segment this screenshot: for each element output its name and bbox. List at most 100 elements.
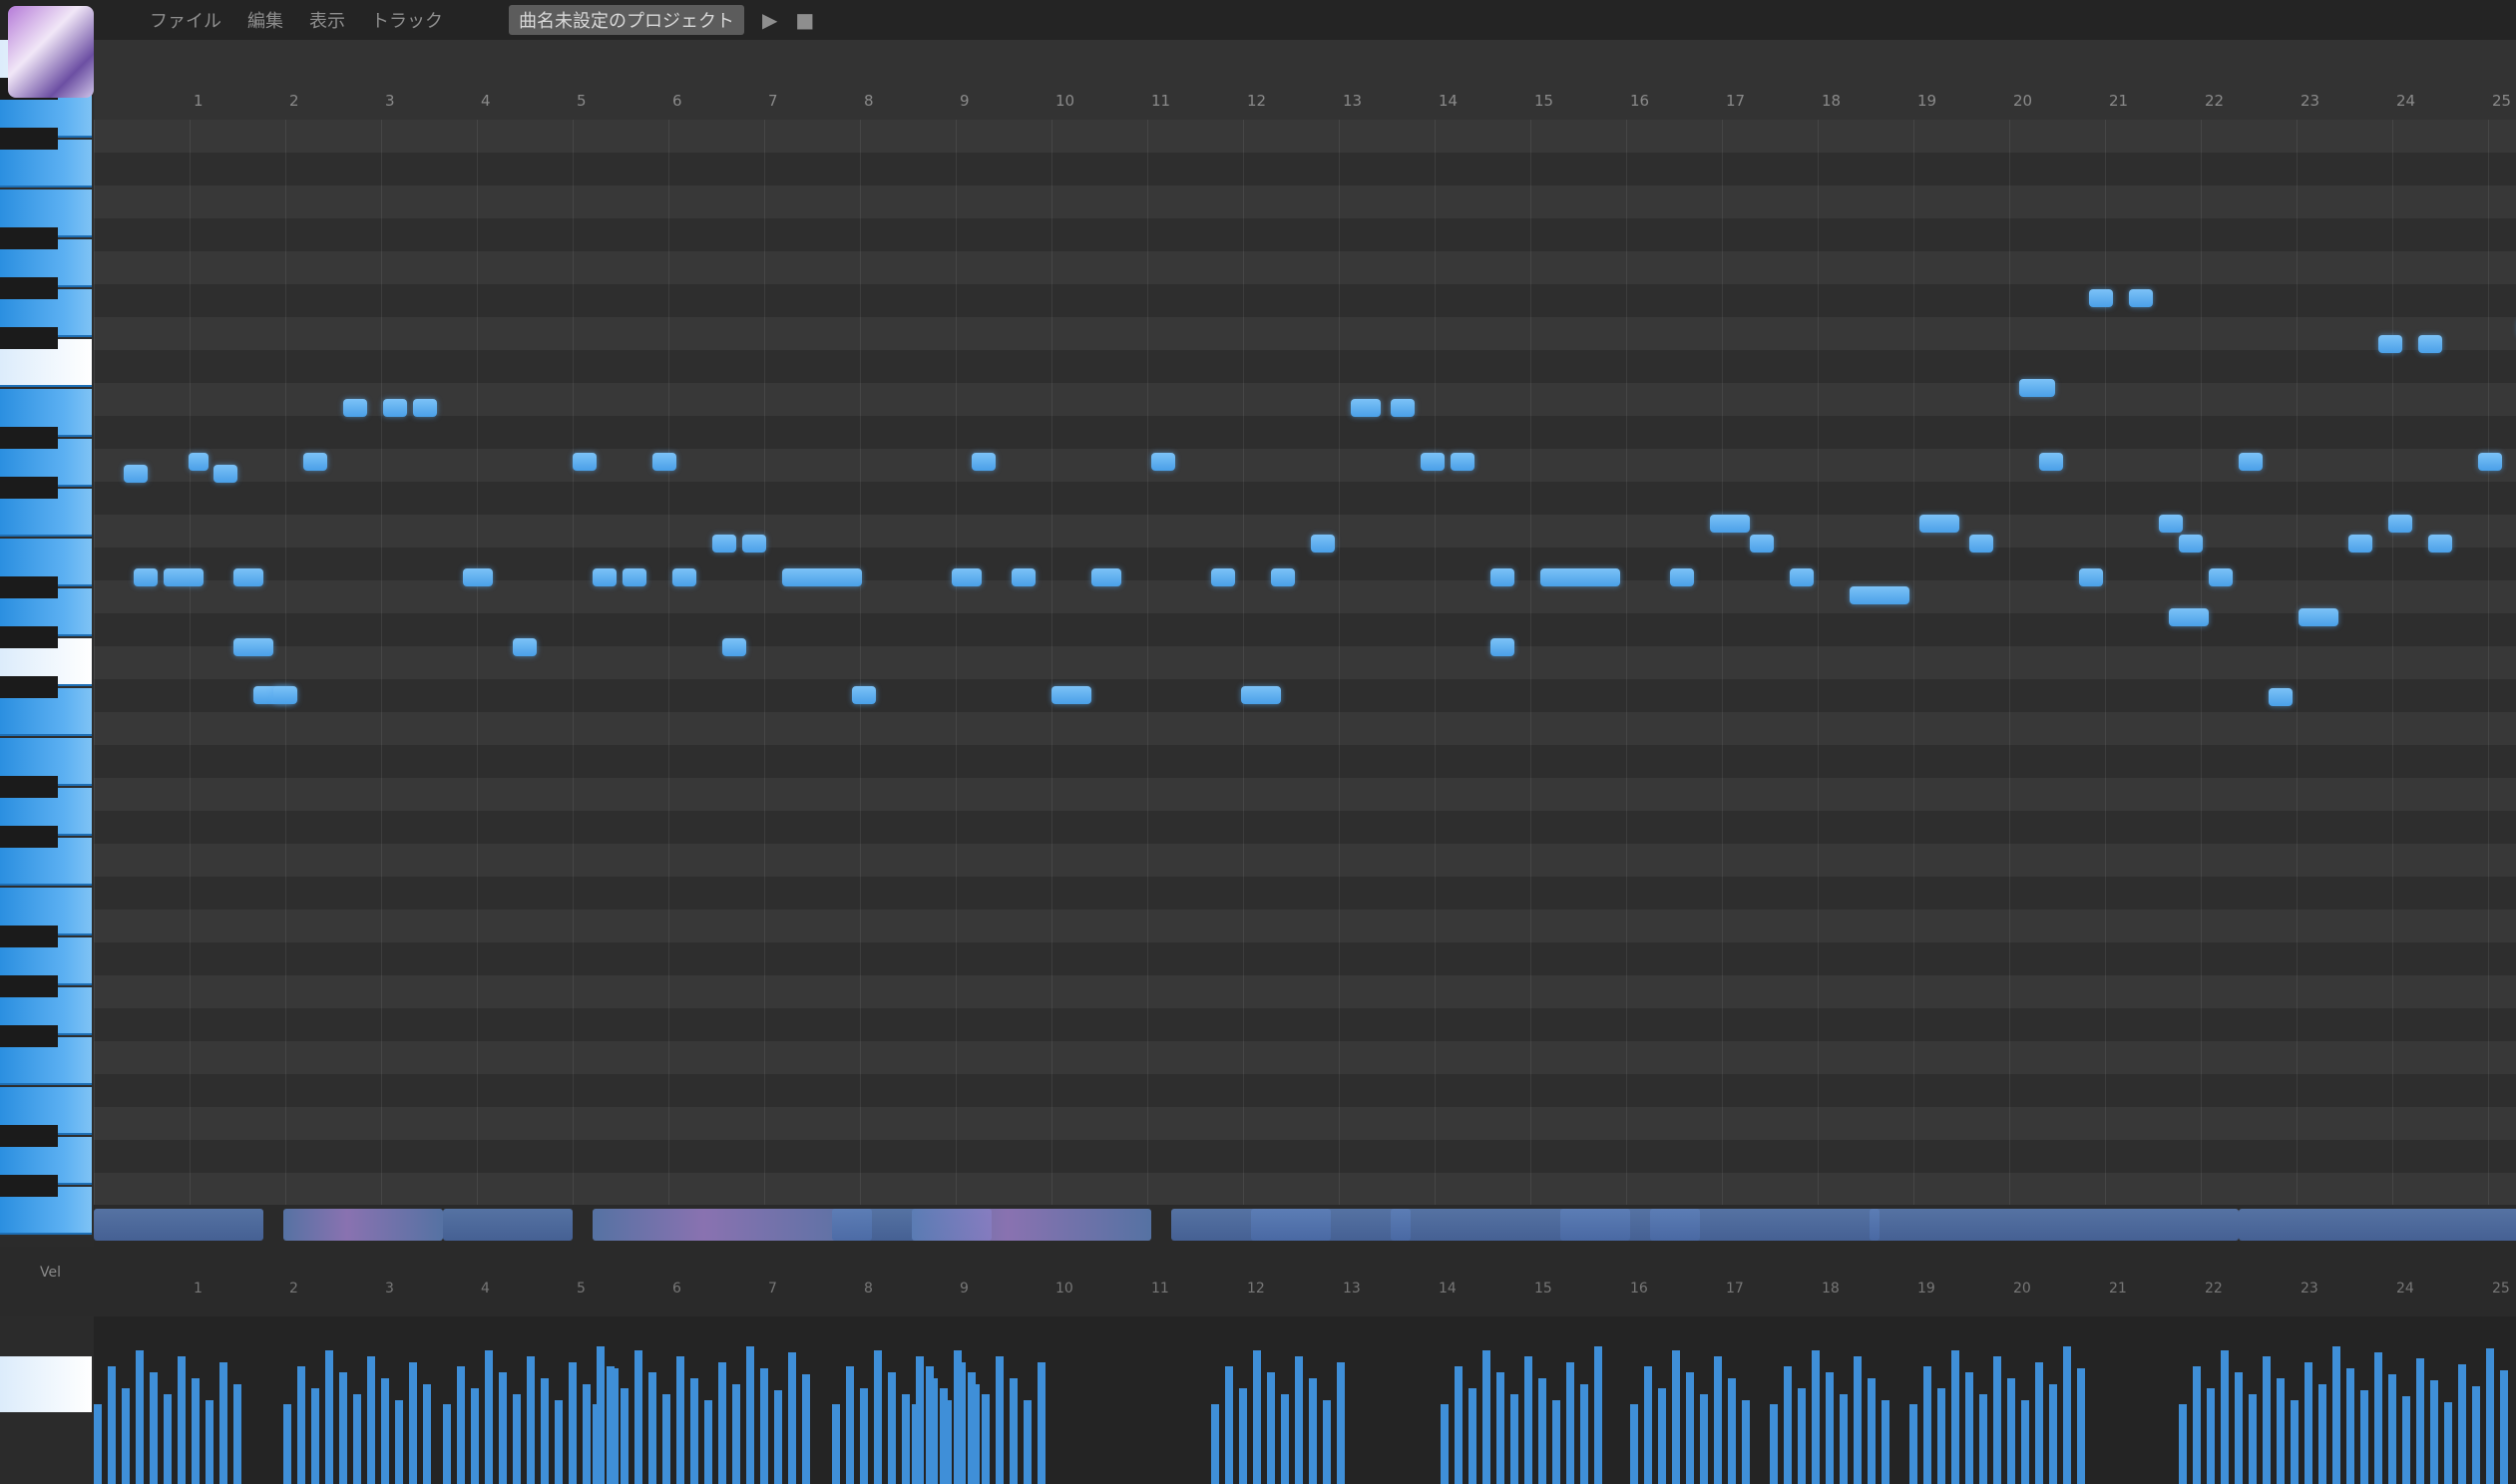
midi-note[interactable] — [233, 638, 273, 656]
velocity-bar[interactable] — [192, 1378, 200, 1484]
velocity-bar[interactable] — [409, 1362, 417, 1484]
velocity-bar[interactable] — [912, 1404, 920, 1484]
velocity-bar[interactable] — [1253, 1350, 1261, 1484]
note-grid[interactable] — [94, 120, 2516, 1237]
midi-note[interactable] — [2159, 515, 2183, 533]
piano-black-key[interactable] — [0, 626, 58, 648]
menu-edit[interactable]: 編集 — [247, 7, 283, 33]
velocity-bar[interactable] — [1882, 1400, 1889, 1484]
piano-black-key[interactable] — [0, 1175, 58, 1197]
velocity-bar[interactable] — [2035, 1362, 2043, 1484]
velocity-bar[interactable] — [1323, 1400, 1331, 1484]
velocity-bar[interactable] — [2374, 1352, 2382, 1484]
velocity-bar[interactable] — [634, 1350, 642, 1484]
piano-black-key[interactable] — [0, 427, 58, 449]
midi-note[interactable] — [952, 568, 982, 586]
clip-row[interactable] — [94, 1205, 2516, 1247]
velocity-bar[interactable] — [704, 1400, 712, 1484]
velocity-bar[interactable] — [926, 1366, 934, 1484]
midi-note[interactable] — [1351, 399, 1381, 417]
velocity-bar[interactable] — [2207, 1388, 2215, 1484]
piano-black-key[interactable] — [0, 975, 58, 997]
velocity-bar[interactable] — [136, 1350, 144, 1484]
menu-file[interactable]: ファイル — [150, 7, 221, 33]
velocity-bar[interactable] — [1784, 1366, 1792, 1484]
midi-note[interactable] — [1451, 453, 1474, 471]
midi-note[interactable] — [1091, 568, 1121, 586]
midi-note[interactable] — [2378, 335, 2402, 353]
velocity-bar[interactable] — [108, 1366, 116, 1484]
midi-note[interactable] — [1969, 535, 1993, 553]
velocity-bar[interactable] — [902, 1394, 910, 1484]
velocity-bar[interactable] — [1594, 1346, 1602, 1484]
piano-black-key[interactable] — [0, 826, 58, 848]
midi-note[interactable] — [1421, 453, 1445, 471]
velocity-bar[interactable] — [1909, 1404, 1917, 1484]
velocity-bar[interactable] — [423, 1384, 431, 1484]
midi-note[interactable] — [742, 535, 766, 553]
velocity-bar[interactable] — [1868, 1378, 1876, 1484]
midi-note[interactable] — [343, 399, 367, 417]
velocity-bar[interactable] — [2021, 1400, 2029, 1484]
velocity-bar[interactable] — [485, 1350, 493, 1484]
velocity-bar[interactable] — [1644, 1366, 1652, 1484]
midi-note[interactable] — [573, 453, 597, 471]
midi-note[interactable] — [2239, 453, 2263, 471]
velocity-bar[interactable] — [381, 1378, 389, 1484]
midi-note[interactable] — [2209, 568, 2233, 586]
midi-note[interactable] — [1750, 535, 1774, 553]
velocity-bar[interactable] — [1854, 1356, 1862, 1484]
velocity-bar[interactable] — [676, 1356, 684, 1484]
midi-note[interactable] — [972, 453, 996, 471]
velocity-bar[interactable] — [968, 1372, 976, 1484]
velocity-bar[interactable] — [1295, 1356, 1303, 1484]
midi-note[interactable] — [124, 465, 148, 483]
midi-note[interactable] — [852, 686, 876, 704]
midi-note[interactable] — [722, 638, 746, 656]
velocity-bar[interactable] — [206, 1400, 213, 1484]
midi-note[interactable] — [2089, 289, 2113, 307]
velocity-bar[interactable] — [1714, 1356, 1722, 1484]
velocity-bar[interactable] — [1455, 1366, 1463, 1484]
midi-note[interactable] — [1391, 399, 1415, 417]
velocity-bar[interactable] — [1658, 1388, 1666, 1484]
velocity-bar[interactable] — [982, 1394, 990, 1484]
velocity-bar[interactable] — [283, 1404, 291, 1484]
clip-block[interactable] — [2239, 1209, 2516, 1241]
midi-note[interactable] — [1490, 568, 1514, 586]
velocity-bar[interactable] — [1538, 1378, 1546, 1484]
velocity-bar[interactable] — [513, 1394, 521, 1484]
midi-note[interactable] — [2269, 688, 2293, 706]
timeline-ruler[interactable]: 1 2 3 4 5 6 7 8 9 10 11 12 13 14 15 16 17 18 19 20 21 22 23 24 2… — [94, 40, 2516, 121]
clip-block[interactable] — [1650, 1209, 1880, 1241]
velocity-lane[interactable] — [94, 1316, 2516, 1484]
velocity-bar[interactable] — [1267, 1372, 1275, 1484]
midi-note[interactable] — [2129, 289, 2153, 307]
piano-black-key[interactable] — [0, 128, 58, 150]
velocity-bar[interactable] — [2346, 1368, 2354, 1484]
velocity-bar[interactable] — [1038, 1362, 1046, 1484]
midi-note[interactable] — [1790, 568, 1814, 586]
clip-block[interactable] — [283, 1209, 443, 1241]
piano-black-key[interactable] — [0, 227, 58, 249]
velocity-bar[interactable] — [732, 1384, 740, 1484]
midi-note[interactable] — [623, 568, 646, 586]
velocity-bar[interactable] — [774, 1390, 782, 1484]
midi-note[interactable] — [2299, 608, 2338, 626]
velocity-bar[interactable] — [607, 1366, 615, 1484]
velocity-bar[interactable] — [1309, 1378, 1317, 1484]
velocity-bar[interactable] — [874, 1350, 882, 1484]
velocity-bar[interactable] — [2221, 1350, 2229, 1484]
midi-note[interactable] — [1151, 453, 1175, 471]
velocity-bar[interactable] — [954, 1350, 962, 1484]
velocity-bar[interactable] — [2388, 1374, 2396, 1484]
menu-view[interactable]: 表示 — [309, 7, 345, 33]
clip-block[interactable] — [443, 1209, 573, 1241]
velocity-bar[interactable] — [1965, 1372, 1973, 1484]
velocity-bar[interactable] — [802, 1374, 810, 1484]
midi-note[interactable] — [712, 535, 736, 553]
midi-note[interactable] — [1012, 568, 1036, 586]
velocity-bar[interactable] — [832, 1404, 840, 1484]
midi-note[interactable] — [1051, 686, 1091, 704]
velocity-bar[interactable] — [1510, 1394, 1518, 1484]
